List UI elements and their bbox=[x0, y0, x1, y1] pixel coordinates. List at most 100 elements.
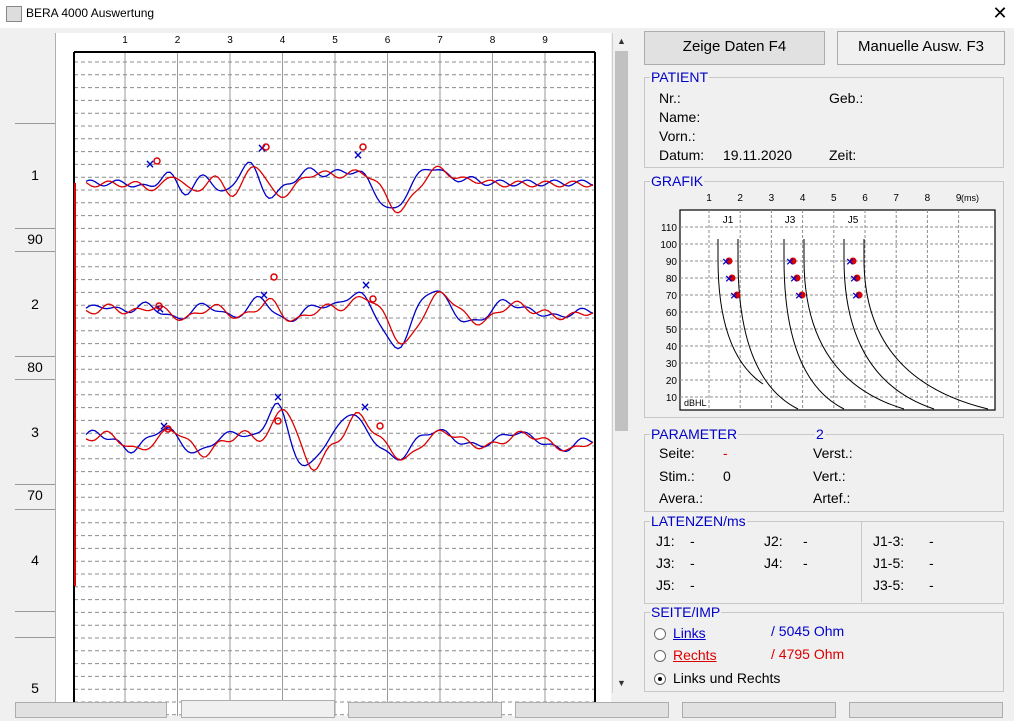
parameter-number: 2 bbox=[815, 426, 825, 442]
rail-label-trace-4: 4 bbox=[31, 552, 39, 568]
datum-label: Datum: bbox=[659, 147, 705, 163]
grafik-left-marker: × bbox=[845, 255, 854, 268]
scroll-down-icon[interactable]: ▼ bbox=[613, 675, 630, 692]
scroll-up-icon[interactable]: ▲ bbox=[613, 33, 630, 50]
j3-label: J3: bbox=[656, 555, 675, 571]
grafik-left-marker: × bbox=[851, 289, 860, 302]
rail-divider bbox=[15, 509, 55, 510]
left-peak-marker: × bbox=[257, 141, 267, 155]
j1-label: J1: bbox=[656, 533, 675, 549]
grafik-x-tick-label: 2 bbox=[737, 193, 743, 204]
j1-3-label: J1-3: bbox=[873, 533, 905, 549]
grafik-left-marker: × bbox=[789, 272, 798, 285]
waveform-plot[interactable]: 123456789 × × × × × × × × × bbox=[56, 33, 611, 716]
j1-3-value: - bbox=[929, 533, 934, 549]
seite-imp-group-title: SEITE/IMP bbox=[650, 604, 722, 620]
rail-divider bbox=[15, 611, 55, 612]
j4-value: - bbox=[803, 555, 808, 571]
grafik-y-tick-label: 10 bbox=[666, 393, 678, 404]
grafik-y-tick-label: 60 bbox=[666, 308, 678, 319]
j3-5-label: J3-5: bbox=[873, 577, 905, 593]
left-peak-marker: × bbox=[259, 288, 269, 302]
x-tick-label: 3 bbox=[227, 35, 233, 46]
grafik-y-unit: dBHL bbox=[684, 398, 707, 408]
links-und-rechts-radio-label[interactable]: Links und Rechts bbox=[673, 670, 780, 686]
trace-level-rail: 1 90 2 80 3 70 4 5 bbox=[15, 33, 56, 716]
links-und-rechts-radio[interactable] bbox=[654, 673, 666, 685]
latency-intensity-chart: 1 2 3 4 5 6 7 8 9 (ms) 110 100 90 80 70 60 50 40 30 20 10 dBH… bbox=[648, 187, 998, 412]
rechts-radio-label[interactable]: Rechts bbox=[673, 647, 717, 663]
vertical-scrollbar[interactable]: ▲ ▼ bbox=[612, 33, 631, 693]
grafik-peak-label: J5 bbox=[848, 215, 859, 226]
rail-label-trace-2: 2 bbox=[31, 296, 39, 312]
links-radio[interactable] bbox=[654, 628, 666, 640]
j2-value: - bbox=[803, 533, 808, 549]
j1-value: - bbox=[690, 533, 695, 549]
latenzen-group-title: LATENZEN/ms bbox=[650, 513, 747, 529]
name-label: Name: bbox=[659, 109, 701, 125]
rail-divider bbox=[15, 123, 55, 124]
x-tick-label: 4 bbox=[280, 35, 286, 46]
avera-label: Avera.: bbox=[659, 490, 704, 506]
datum-value: 19.11.2020 bbox=[723, 147, 793, 163]
parameter-group-title: PARAMETER bbox=[650, 426, 739, 442]
rechts-radio[interactable] bbox=[654, 650, 666, 662]
nr-label: Nr.: bbox=[659, 90, 681, 106]
grafik-x-tick-label: 4 bbox=[800, 193, 806, 204]
x-tick-label: 9 bbox=[542, 35, 548, 46]
j5-label: J5: bbox=[656, 577, 675, 593]
manuelle-auswertung-button[interactable]: Manuelle Ausw. F3 bbox=[837, 31, 1005, 65]
artef-label: Artef.: bbox=[813, 490, 851, 506]
scroll-thumb[interactable] bbox=[615, 51, 628, 431]
grafik-left-marker: × bbox=[729, 289, 738, 302]
links-radio-label[interactable]: Links bbox=[673, 625, 706, 641]
grafik-left-marker: × bbox=[785, 255, 794, 268]
grafik-left-marker: × bbox=[721, 255, 730, 268]
rail-divider bbox=[15, 356, 55, 357]
close-icon[interactable]: ✕ bbox=[990, 3, 1010, 23]
x-tick-label: 5 bbox=[332, 35, 338, 46]
patient-group-title: PATIENT bbox=[650, 69, 710, 85]
zeige-daten-button[interactable]: Zeige Daten F4 bbox=[644, 31, 825, 65]
vorn-label: Vorn.: bbox=[659, 128, 696, 144]
x-tick-label: 2 bbox=[175, 35, 181, 46]
left-peak-marker: × bbox=[361, 278, 371, 292]
bottom-button-2[interactable] bbox=[181, 700, 335, 718]
right-peak-marker bbox=[376, 422, 384, 430]
grafik-y-tick-label: 100 bbox=[660, 240, 677, 251]
seite-label: Seite: bbox=[659, 445, 695, 461]
left-ear-waveform-2 bbox=[85, 290, 594, 350]
rail-label-level-70: 70 bbox=[27, 487, 43, 503]
right-peak-marker bbox=[274, 417, 282, 425]
rail-label-trace-5: 5 bbox=[31, 680, 39, 696]
geb-label: Geb.: bbox=[829, 90, 864, 106]
grafik-x-tick-label: 7 bbox=[893, 193, 899, 204]
left-peak-marker: × bbox=[360, 400, 370, 414]
left-ear-waveform-1 bbox=[85, 161, 594, 209]
grafik-y-tick-label: 20 bbox=[666, 376, 678, 387]
verst-label: Verst.: bbox=[813, 445, 853, 461]
waveform-canvas: 123456789 ×× ××××××× bbox=[73, 35, 596, 716]
stim-label: Stim.: bbox=[659, 468, 695, 484]
grafik-x-tick-label: 3 bbox=[769, 193, 775, 204]
grafik-y-tick-label: 90 bbox=[666, 257, 678, 268]
j4-label: J4: bbox=[764, 555, 783, 571]
links-impedance: / 5045 Ohm bbox=[771, 623, 845, 639]
left-ear-waveform-3 bbox=[85, 402, 594, 467]
vert-label: Vert.: bbox=[813, 468, 846, 484]
app-icon bbox=[6, 6, 22, 22]
grafik-x-unit: (ms) bbox=[961, 193, 979, 203]
grafik-peak-label: J3 bbox=[785, 215, 796, 226]
grafik-y-tick-label: 110 bbox=[661, 223, 677, 234]
grafik-y-tick-label: 80 bbox=[666, 274, 678, 285]
rechts-impedance: / 4795 Ohm bbox=[771, 646, 845, 662]
j5-value: - bbox=[690, 577, 695, 593]
j1-5-value: - bbox=[929, 555, 934, 571]
x-tick-label: 6 bbox=[385, 35, 391, 46]
zeit-label: Zeit: bbox=[829, 147, 857, 163]
rail-divider bbox=[15, 484, 55, 485]
j3-value: - bbox=[690, 555, 695, 571]
rail-divider bbox=[15, 251, 55, 252]
grafik-y-tick-label: 70 bbox=[666, 291, 678, 302]
rail-label-trace-1: 1 bbox=[31, 167, 39, 183]
